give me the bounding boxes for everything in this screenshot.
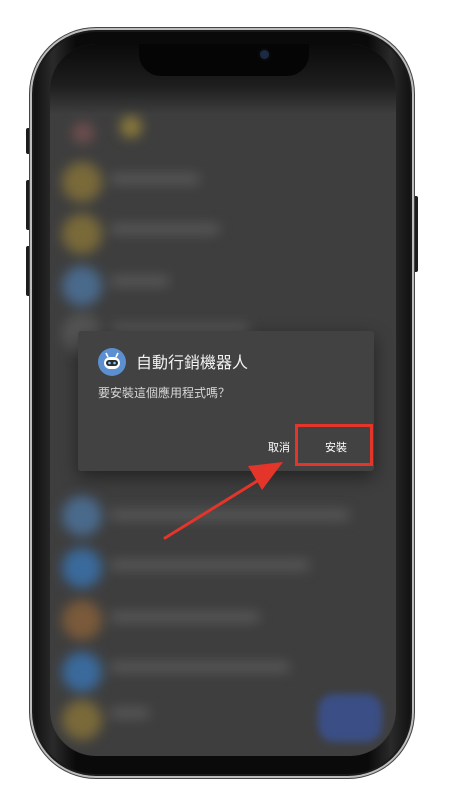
arrow-icon (163, 462, 283, 540)
